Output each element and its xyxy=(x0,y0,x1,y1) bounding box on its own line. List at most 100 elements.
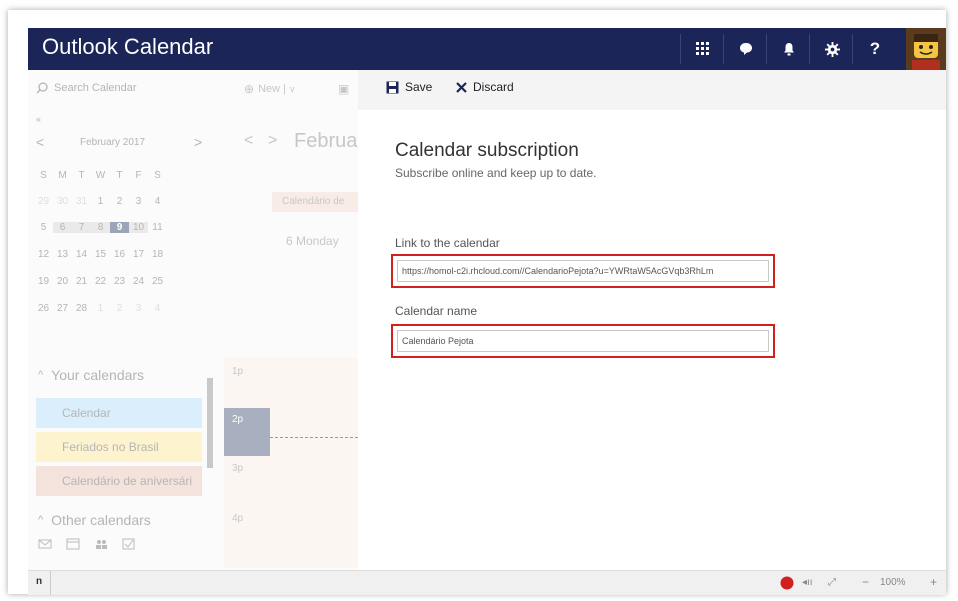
mini-day[interactable]: 15 xyxy=(91,249,110,260)
mini-day[interactable]: 16 xyxy=(110,249,129,260)
new-button[interactable]: ⊕ New | v xyxy=(244,82,294,96)
mini-day[interactable]: 2 xyxy=(110,303,129,314)
other-calendars-header[interactable]: ^ Other calendars xyxy=(38,512,151,528)
mini-day[interactable]: 31 xyxy=(72,196,91,207)
header-separator xyxy=(766,34,767,64)
mini-day[interactable]: 29 xyxy=(34,196,53,207)
hour-label: 2p xyxy=(232,414,244,425)
mini-day[interactable]: 13 xyxy=(53,249,72,260)
mini-day[interactable]: 1 xyxy=(91,303,110,314)
week-row: 29 30 31 1 2 3 4 xyxy=(34,196,167,207)
mini-day[interactable]: 28 xyxy=(72,303,91,314)
mini-day[interactable]: 11 xyxy=(148,222,167,233)
calendar-day-view: ⊕ New | v ▣ < > Februa Calendário de 6 M… xyxy=(224,70,358,570)
time-grid xyxy=(224,358,358,568)
people-icon[interactable] xyxy=(94,538,108,550)
save-button[interactable]: Save xyxy=(386,80,432,94)
next-icon[interactable]: > xyxy=(268,132,277,150)
calendar-view-icon[interactable]: ▣ xyxy=(338,82,349,96)
avatar[interactable] xyxy=(906,28,946,70)
mini-day[interactable]: 30 xyxy=(53,196,72,207)
link-field-label: Link to the calendar xyxy=(395,236,500,250)
mini-day[interactable]: 12 xyxy=(34,249,53,260)
calendar-item-label: Calendário de aniversári xyxy=(62,474,193,488)
calendar-item-label: Feriados no Brasil xyxy=(62,440,159,454)
bell-icon[interactable] xyxy=(770,28,808,70)
mini-day[interactable]: 20 xyxy=(53,276,72,287)
mini-day[interactable]: 14 xyxy=(72,249,91,260)
mini-day[interactable]: 27 xyxy=(53,303,72,314)
mini-day[interactable]: 4 xyxy=(148,303,167,314)
left-pane-scrollbar[interactable] xyxy=(207,378,213,468)
mini-day[interactable]: 19 xyxy=(34,276,53,287)
zoom-in-button[interactable]: + xyxy=(930,575,937,589)
name-field-highlight xyxy=(391,324,775,358)
mini-day[interactable]: 17 xyxy=(129,249,148,260)
mini-day[interactable]: 3 xyxy=(129,303,148,314)
mini-day[interactable]: 21 xyxy=(72,276,91,287)
panel-title: Calendar subscription xyxy=(395,140,579,161)
search-icon xyxy=(36,82,48,94)
record-icon[interactable] xyxy=(780,576,794,590)
save-label: Save xyxy=(405,80,433,94)
weekday: S xyxy=(154,170,161,181)
save-icon xyxy=(386,81,399,93)
mini-day[interactable]: 22 xyxy=(91,276,110,287)
prev-icon[interactable]: < xyxy=(244,132,253,150)
calendar-name-input[interactable] xyxy=(397,330,769,352)
zoom-out-button[interactable]: − xyxy=(862,575,869,589)
calendar-item[interactable]: Feriados no Brasil xyxy=(36,432,202,462)
tasks-icon[interactable] xyxy=(122,538,136,550)
new-label: New | xyxy=(258,83,286,95)
calendar-icon[interactable] xyxy=(66,538,80,550)
mini-day[interactable]: 24 xyxy=(129,276,148,287)
weekday: S xyxy=(40,170,47,181)
mini-day[interactable]: 23 xyxy=(110,276,129,287)
mini-day[interactable]: 6 xyxy=(53,222,72,233)
mini-day[interactable]: 10 xyxy=(129,222,148,233)
mini-day[interactable]: 8 xyxy=(91,222,110,233)
help-label: ? xyxy=(869,39,881,58)
status-left-text: n xyxy=(36,576,43,587)
mini-day[interactable]: 18 xyxy=(148,249,167,260)
fullscreen-icon[interactable]: ⤢ xyxy=(828,577,836,588)
hour-label: 3p xyxy=(232,463,244,474)
mini-day[interactable]: 26 xyxy=(34,303,53,314)
mini-day[interactable]: 2 xyxy=(110,196,129,207)
subscription-panel: Calendar subscription Subscribe online a… xyxy=(358,110,946,570)
mail-icon[interactable] xyxy=(38,538,52,550)
help-icon[interactable]: ? xyxy=(856,28,894,70)
chevron-up-icon: ^ xyxy=(38,369,44,381)
volume-icon[interactable]: ◂ıı xyxy=(802,577,813,588)
mini-month-label: February 2017 xyxy=(80,137,146,148)
discard-label: Discard xyxy=(473,80,514,94)
mini-day[interactable]: 5 xyxy=(34,222,53,233)
app-title: Outlook Calendar xyxy=(42,34,214,59)
your-calendars-label: Your calendars xyxy=(51,367,145,383)
header-separator xyxy=(809,34,810,64)
prev-month-icon[interactable]: < xyxy=(36,134,44,150)
mini-day-selected[interactable]: 9 xyxy=(110,222,129,233)
your-calendars-header[interactable]: ^ Your calendars xyxy=(38,367,144,383)
mini-day[interactable]: 3 xyxy=(129,196,148,207)
close-icon xyxy=(456,81,467,93)
day-label: 6 Monday xyxy=(286,234,339,248)
next-month-icon[interactable]: > xyxy=(194,134,202,150)
status-divider xyxy=(50,571,51,595)
feedback-icon[interactable] xyxy=(727,28,765,70)
mini-day[interactable]: 1 xyxy=(91,196,110,207)
apps-grid-icon[interactable] xyxy=(684,28,722,70)
calendar-item[interactable]: Calendar xyxy=(36,398,202,428)
mini-day[interactable]: 4 xyxy=(148,196,167,207)
other-calendars-label: Other calendars xyxy=(51,512,151,528)
zoom-level: 100% xyxy=(880,577,906,588)
calendar-link-input[interactable] xyxy=(397,260,769,282)
calendar-item[interactable]: Calendário de aniversári xyxy=(36,466,202,496)
discard-button[interactable]: Discard xyxy=(456,80,514,94)
search-box[interactable]: Search Calendar xyxy=(36,82,137,94)
mini-day[interactable]: 7 xyxy=(72,222,91,233)
collapse-icon[interactable]: « xyxy=(36,114,41,124)
event-chip[interactable]: Calendário de xyxy=(272,192,358,212)
gear-icon[interactable] xyxy=(813,28,851,70)
mini-day[interactable]: 25 xyxy=(148,276,167,287)
